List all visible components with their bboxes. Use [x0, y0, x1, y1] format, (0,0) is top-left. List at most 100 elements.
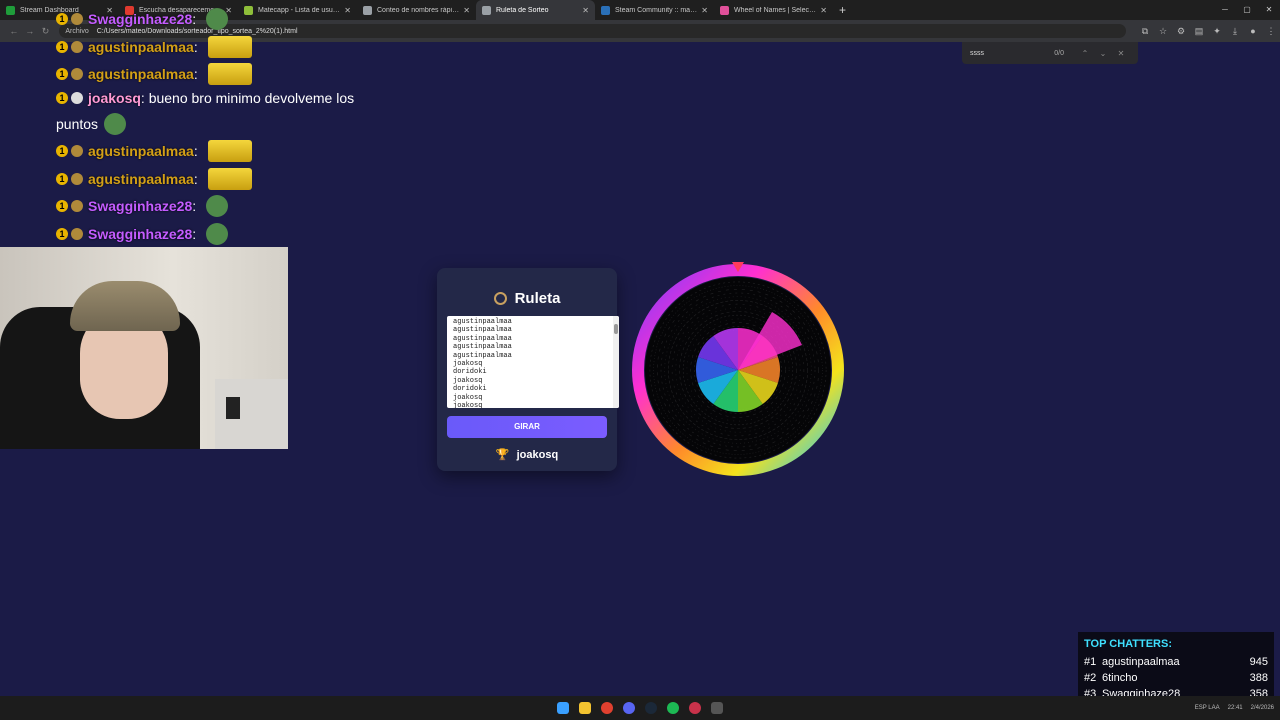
tab-close-icon[interactable]: ✕: [344, 6, 351, 15]
chat-message: 1 Swagginhaze28:: [56, 223, 229, 245]
steam-icon[interactable]: [640, 700, 662, 716]
chat-username: Swagginhaze28: [88, 198, 193, 214]
discord-icon[interactable]: [618, 700, 640, 716]
badge-icon: [71, 92, 83, 104]
window-controls: ─ ▢ ✕: [1214, 0, 1280, 20]
pepe-emote-icon: [206, 223, 229, 245]
new-tab-button[interactable]: +: [839, 3, 846, 17]
extension-icons: ⧉ ☆ ⚙ ▤ ✦ ⤓ ● ⋮: [1136, 26, 1280, 37]
app-icon[interactable]: [684, 700, 706, 716]
chat-colon: :: [192, 11, 201, 27]
file-explorer-icon[interactable]: [574, 700, 596, 716]
chat-colon: :: [193, 143, 202, 159]
language-indicator[interactable]: ESP LAA: [1195, 705, 1220, 711]
clock-date[interactable]: 2/4/2026: [1251, 705, 1274, 711]
names-scrollbar[interactable]: [613, 316, 619, 408]
tab-label: Ruleta de Sorteo: [496, 6, 549, 14]
name-entry: agustinpaalmaa: [453, 351, 512, 360]
minimize-button[interactable]: ─: [1214, 0, 1236, 20]
puzzle-icon[interactable]: ✦: [1208, 26, 1226, 37]
chat-username: Swagginhaze28: [88, 11, 193, 27]
find-prev-button[interactable]: ⌃: [1076, 49, 1094, 58]
system-tray: ESP LAA 22:41 2/4/2026: [1187, 696, 1274, 720]
pepe-emote-icon: [206, 8, 229, 30]
chatter-count: 945: [1249, 656, 1268, 668]
find-input[interactable]: ssss: [970, 50, 1054, 57]
minion-emote-icon: [207, 63, 252, 85]
maximize-button[interactable]: ▢: [1236, 0, 1258, 20]
spotify-icon[interactable]: [662, 700, 684, 716]
chat-message: 1 joakosq: bueno bro minimo devolveme los: [56, 90, 354, 106]
chat-message: 1 Swagginhaze28:: [56, 195, 229, 217]
sidebar-icon[interactable]: ▤: [1190, 26, 1208, 37]
names-textarea[interactable]: agustinpaalmaa agustinpaalmaa agustinpaalm…: [447, 316, 619, 408]
browser-tab[interactable]: Ruleta de Sorteo ✕: [476, 0, 595, 20]
browser-tab[interactable]: Wheel of Names | Selector de...✕: [714, 0, 833, 20]
top-chatter-row: #2 6tincho 388: [1084, 670, 1268, 686]
badge-icon: [71, 41, 83, 53]
chat-colon: :: [193, 66, 202, 82]
minion-emote-icon: [207, 140, 252, 162]
reload-button[interactable]: ↻: [38, 26, 54, 37]
badge-icon: [71, 68, 83, 80]
chatter-rank: #1: [1084, 656, 1097, 668]
streamer-cap: [70, 281, 180, 331]
close-window-button[interactable]: ✕: [1258, 0, 1280, 20]
badge-icon: [71, 173, 83, 185]
find-next-button[interactable]: ⌄: [1094, 49, 1112, 58]
chat-message: 1 agustinpaalmaa:: [56, 63, 252, 85]
download-icon[interactable]: ⤓: [1226, 26, 1244, 37]
tab-favicon-icon: [601, 5, 610, 15]
chatter-rank: #2: [1084, 672, 1097, 684]
sub-badge-icon: 1: [56, 13, 68, 25]
chat-message: 1 Swagginhaze28:: [56, 8, 229, 30]
chat-message: 1 agustinpaalmaa:: [56, 168, 252, 190]
badge-icon: [71, 145, 83, 157]
name-entry: agustinpaalmaa: [453, 326, 512, 335]
minion-emote-icon: [207, 168, 252, 190]
minion-emote-icon: [207, 36, 252, 58]
tab-close-icon[interactable]: ✕: [582, 6, 589, 15]
editor-icon[interactable]: [706, 700, 728, 716]
sub-badge-icon: 1: [56, 145, 68, 157]
browser-tab[interactable]: Matecapp - Lista de usuarios d...✕: [238, 0, 357, 20]
winner-display: 🏆 joakosq: [437, 448, 617, 461]
name-entry: agustinpaalmaa: [453, 343, 512, 352]
browser-tab[interactable]: Conteo de nombres rápido ✕: [357, 0, 476, 20]
menu-icon[interactable]: ⋮: [1262, 26, 1280, 37]
name-entry: joakosq: [453, 360, 483, 369]
forward-button[interactable]: →: [22, 26, 38, 36]
tab-favicon-icon: [363, 5, 372, 15]
chatter-name: 6tincho: [1102, 672, 1138, 684]
name-entry: doridoki: [453, 385, 487, 394]
chat-username: agustinpaalmaa: [88, 171, 194, 187]
find-close-button[interactable]: ✕: [1112, 49, 1130, 58]
pepe-emote-icon: [104, 113, 127, 135]
roulette-wheel[interactable]: [632, 260, 844, 476]
start-button[interactable]: [552, 700, 574, 716]
tab-favicon-icon: [244, 5, 253, 15]
browser-tab[interactable]: Steam Community :: mate :: ltz... ✕: [595, 0, 714, 20]
badge-icon: [71, 228, 83, 240]
tab-close-icon[interactable]: ✕: [820, 6, 827, 15]
clock-time[interactable]: 22:41: [1228, 705, 1243, 711]
sub-badge-icon: 1: [56, 92, 68, 104]
find-count: 0/0: [1054, 49, 1064, 57]
sub-badge-icon: 1: [56, 228, 68, 240]
tab-label: Steam Community :: mate :: ltz...: [615, 6, 697, 14]
translate-icon[interactable]: ⧉: [1136, 26, 1154, 37]
chatter-name: agustinpaalmaa: [1102, 656, 1180, 668]
chat-username: agustinpaalmaa: [88, 39, 194, 55]
spin-button[interactable]: GIRAR: [447, 416, 607, 438]
tab-close-icon[interactable]: ✕: [463, 6, 470, 15]
profile-icon[interactable]: ●: [1244, 26, 1262, 37]
tab-label: Matecapp - Lista de usuarios d...: [258, 6, 341, 14]
webcam-feed: [0, 247, 288, 449]
tab-close-icon[interactable]: ✕: [701, 6, 708, 15]
chat-message: 1 agustinpaalmaa:: [56, 140, 252, 162]
panel-title-text: Ruleta: [514, 290, 561, 307]
bookmark-star-icon[interactable]: ☆: [1154, 26, 1172, 37]
back-button[interactable]: ←: [6, 26, 22, 36]
chrome-icon[interactable]: [596, 700, 618, 716]
extension-icon[interactable]: ⚙: [1172, 26, 1190, 37]
